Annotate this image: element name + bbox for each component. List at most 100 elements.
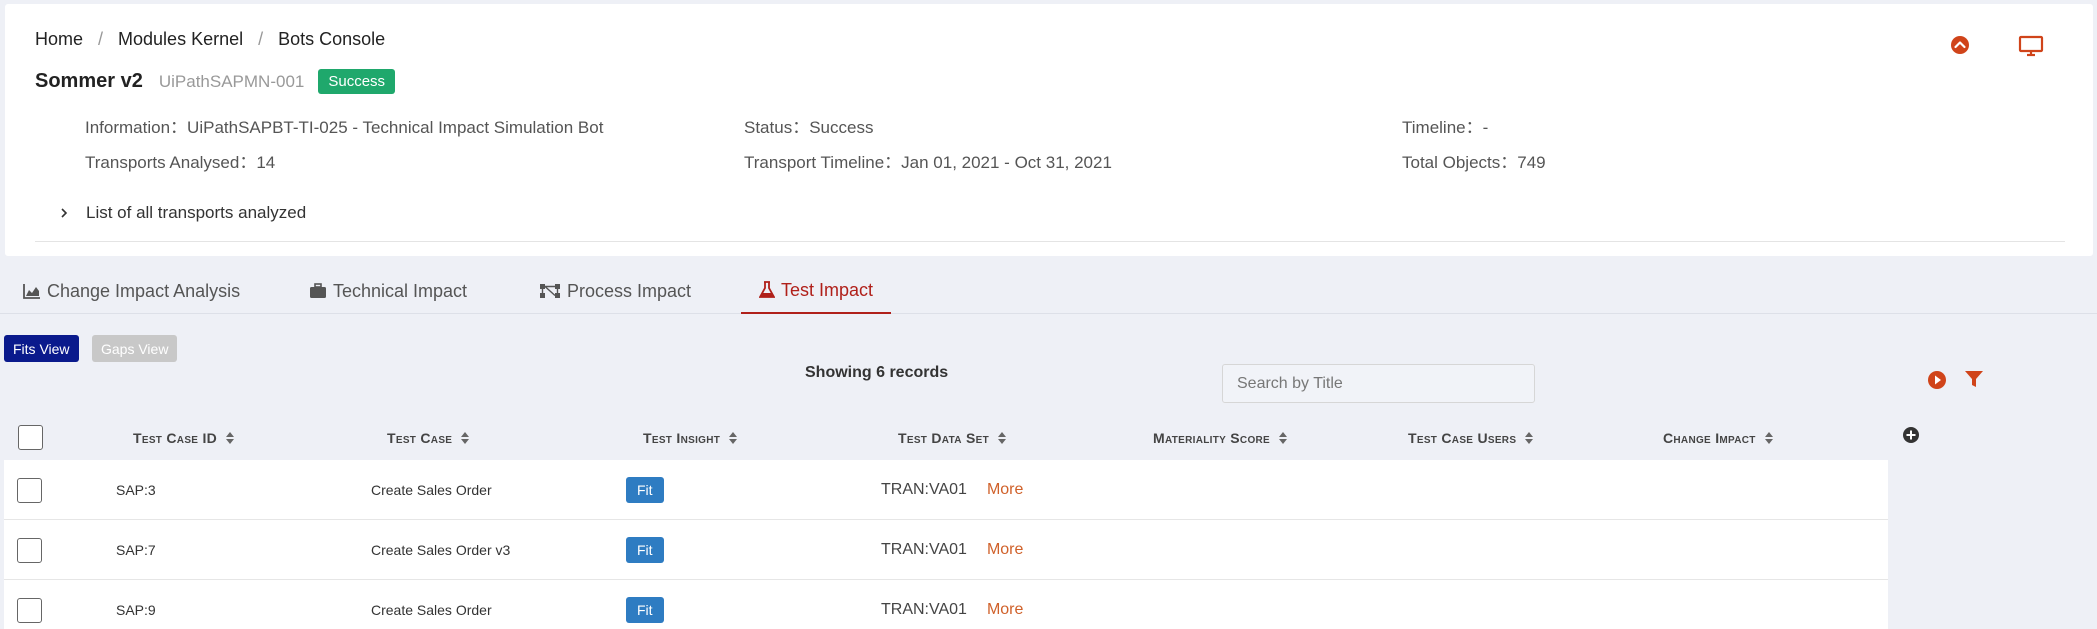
process-nodes-icon — [540, 284, 560, 298]
sort-icon — [1279, 432, 1288, 444]
info-information-label: Information — [85, 118, 187, 137]
table-row[interactable]: SAP:7 Create Sales Order v3 Fit TRAN:VA0… — [4, 520, 1888, 580]
info-total-objects-label: Total Objects — [1402, 153, 1517, 172]
impact-tabs: Change Impact Analysis Technical Impact … — [0, 268, 2097, 314]
row-checkbox[interactable] — [17, 478, 42, 503]
search-input[interactable] — [1222, 364, 1535, 403]
add-column-icon[interactable] — [1901, 425, 1921, 445]
tab-process-impact[interactable]: Process Impact — [521, 268, 709, 314]
info-total-objects-value: 749 — [1517, 153, 1546, 172]
tab-label: Change Impact Analysis — [47, 280, 241, 301]
filter-icon[interactable] — [1963, 368, 1985, 390]
info-transport-timeline-label: Transport Timeline — [744, 153, 901, 172]
transports-list-label: List of all transports analyzed — [86, 203, 307, 222]
column-header-label: Test Case — [387, 430, 453, 446]
breadcrumb-home[interactable]: Home — [35, 29, 83, 50]
test-case-id: SAP:7 — [116, 542, 156, 558]
test-data-set: TRAN:VA01 — [881, 541, 967, 558]
info-status-label: Status — [744, 118, 809, 137]
test-cases-table: SAP:3 Create Sales Order Fit TRAN:VA01 M… — [4, 460, 1888, 629]
column-header-test-case[interactable]: Test Case — [387, 413, 470, 463]
status-badge: Success — [318, 69, 396, 94]
chevron-right-icon — [61, 208, 68, 218]
sort-icon — [226, 432, 235, 444]
records-count: Showing 6 records — [805, 364, 949, 381]
column-header-change-impact[interactable]: Change Impact — [1663, 413, 1774, 463]
breadcrumb-separator: / — [258, 29, 264, 49]
test-case-id: SAP:3 — [116, 482, 156, 498]
test-case-name: Create Sales Order — [371, 482, 492, 498]
tab-label: Process Impact — [567, 280, 692, 301]
info-information: InformationUiPathSAPBT-TI-025 - Technica… — [85, 113, 603, 138]
test-insight-badge[interactable]: Fit — [626, 597, 664, 623]
test-case-name: Create Sales Order v3 — [371, 542, 511, 558]
column-header-test-case-id[interactable]: Test Case ID — [133, 413, 235, 463]
tab-technical-impact[interactable]: Technical Impact — [291, 268, 485, 314]
monitor-icon[interactable] — [2017, 34, 2045, 58]
table-row[interactable]: SAP:3 Create Sales Order Fit TRAN:VA01 M… — [4, 460, 1888, 520]
breadcrumb-separator: / — [98, 29, 104, 49]
sort-icon — [461, 432, 470, 444]
bot-id: UiPathSAPMN-001 — [158, 71, 305, 91]
column-header-label: Change Impact — [1663, 430, 1756, 446]
gaps-view-button[interactable]: Gaps View — [92, 335, 178, 362]
test-insight-badge[interactable]: Fit — [626, 477, 664, 503]
column-header-test-data-set[interactable]: Test Data Set — [898, 413, 1007, 463]
more-link[interactable]: More — [987, 481, 1023, 499]
info-total-objects: Total Objects749 — [1402, 148, 1546, 173]
info-transports-analysed-value: 14 — [256, 153, 276, 172]
area-chart-icon — [23, 284, 40, 299]
info-timeline-label: Timeline — [1402, 118, 1483, 137]
briefcase-icon — [310, 283, 326, 298]
test-insight-badge[interactable]: Fit — [626, 537, 664, 563]
info-transport-timeline-value: Jan 01, 2021 - Oct 31, 2021 — [901, 153, 1112, 172]
info-information-value: UiPathSAPBT-TI-025 - Technical Impact Si… — [187, 118, 604, 137]
transports-list-toggle[interactable]: List of all transports analyzed — [58, 203, 306, 223]
info-status: StatusSuccess — [744, 113, 873, 138]
tab-change-impact-analysis[interactable]: Change Impact Analysis — [5, 268, 258, 314]
info-transports-analysed: Transports Analysed14 — [85, 148, 275, 173]
column-header-test-case-users[interactable]: Test Case Users — [1408, 413, 1534, 463]
select-all-checkbox[interactable] — [18, 425, 43, 450]
info-status-value: Success — [809, 118, 874, 137]
tab-test-impact[interactable]: Test Impact — [741, 268, 892, 314]
tab-label: Test Impact — [781, 279, 874, 300]
fits-view-button[interactable]: Fits View — [4, 335, 79, 362]
info-transports-analysed-label: Transports Analysed — [85, 153, 256, 172]
test-data-set: TRAN:VA01 — [881, 481, 967, 498]
sort-icon — [1764, 432, 1773, 444]
more-link[interactable]: More — [987, 601, 1023, 619]
sort-icon — [997, 432, 1006, 444]
more-link[interactable]: More — [987, 541, 1023, 559]
column-header-label: Test Case ID — [133, 430, 218, 446]
sort-icon — [729, 432, 738, 444]
column-header-label: Materiality Score — [1153, 430, 1271, 446]
info-transport-timeline: Transport TimelineJan 01, 2021 - Oct 31,… — [744, 148, 1112, 173]
play-icon[interactable] — [1926, 369, 1948, 391]
column-header-test-insight[interactable]: Test Insight — [643, 413, 738, 463]
test-case-id: SAP:9 — [116, 602, 156, 618]
collapse-up-icon[interactable] — [1949, 34, 1971, 56]
bot-header-card: Home / Modules Kernel / Bots Console Som… — [5, 4, 2093, 256]
bot-name: Sommer v2 — [35, 70, 143, 92]
tab-label: Technical Impact — [333, 280, 468, 301]
breadcrumb-modules-kernel[interactable]: Modules Kernel — [118, 29, 243, 50]
flask-icon — [759, 281, 775, 298]
row-checkbox[interactable] — [17, 538, 42, 563]
breadcrumb: Home / Modules Kernel / Bots Console — [35, 29, 385, 50]
breadcrumb-bots-console[interactable]: Bots Console — [278, 29, 385, 50]
column-header-materiality-score[interactable]: Materiality Score — [1153, 413, 1288, 463]
test-case-name: Create Sales Order — [371, 602, 492, 618]
divider — [35, 241, 2065, 242]
info-timeline: Timeline- — [1402, 113, 1488, 138]
sort-icon — [1525, 432, 1534, 444]
column-header-label: Test Data Set — [898, 430, 989, 446]
column-header-label: Test Case Users — [1408, 430, 1517, 446]
table-header: Test Case ID Test Case Test Insight Test… — [0, 413, 2097, 463]
column-header-label: Test Insight — [643, 430, 721, 446]
table-row[interactable]: SAP:9 Create Sales Order Fit TRAN:VA01 M… — [4, 580, 1888, 629]
test-data-set: TRAN:VA01 — [881, 601, 967, 618]
bot-title-row: Sommer v2 UiPathSAPMN-001 Success — [35, 69, 396, 94]
row-checkbox[interactable] — [17, 598, 42, 623]
info-timeline-value: - — [1482, 118, 1489, 137]
